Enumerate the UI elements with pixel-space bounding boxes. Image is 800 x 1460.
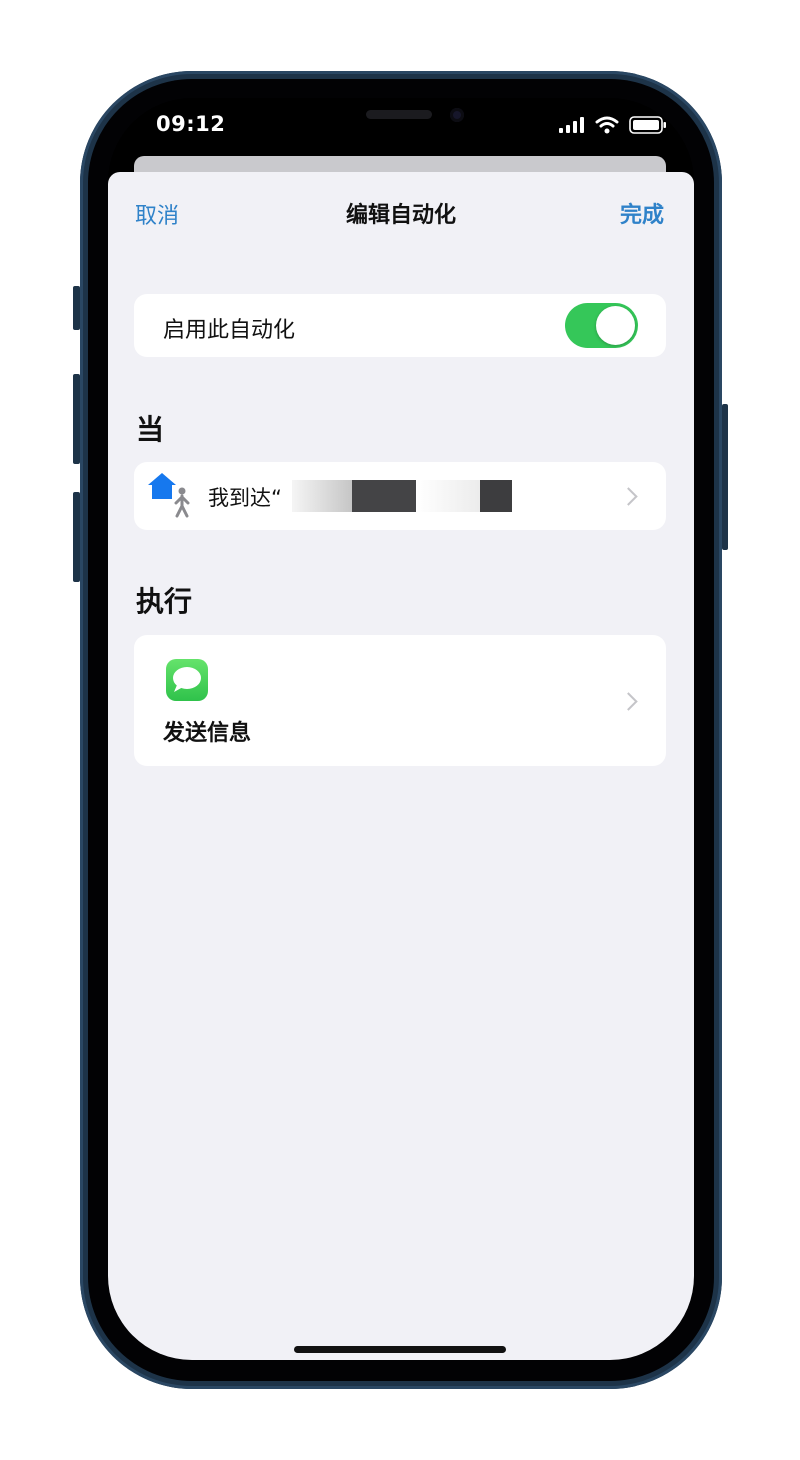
chevron-right-icon [619,487,638,506]
enable-automation-label: 启用此自动化 [163,318,296,343]
side-button [722,404,728,550]
mute-switch [73,286,80,330]
location-home-icon [148,473,190,518]
earpiece-speaker [366,110,432,119]
action-row[interactable]: 发送信息 [134,635,666,766]
do-section-title: 执行 [136,585,193,618]
nav-bar: 取消 编辑自动化 完成 [108,172,694,252]
done-button[interactable]: 完成 [620,197,664,229]
redacted-block [480,480,512,512]
trigger-row[interactable]: 我到达“ [134,462,666,530]
redacted-block [416,480,486,512]
send-message-label: 发送信息 [163,721,252,746]
status-icons [559,116,667,134]
page-title: 编辑自动化 [345,203,456,228]
home-indicator [294,1346,506,1353]
signal-icon [559,117,584,133]
enable-automation-toggle[interactable] [565,303,638,348]
redacted-block [292,480,352,512]
volume-down-button [73,492,80,582]
redacted-block [352,480,416,512]
toggle-knob [596,306,635,345]
volume-up-button [73,374,80,464]
front-camera [450,108,464,122]
status-time: 09:12 [156,112,226,136]
edit-automation-sheet: 取消 编辑自动化 完成 启用此自动化 当 我到达“ 执行 发送信息 [108,172,694,1360]
battery-icon [629,116,666,134]
enable-automation-row: 启用此自动化 [134,294,666,357]
phone-screen: 09:12 取消 编辑自动化 完成 启用此自动化 当 我到达“ 执行 发送信息 [108,98,694,1360]
chevron-right-icon [619,692,638,711]
wifi-icon [595,116,619,134]
when-section-title: 当 [136,413,165,446]
trigger-label: 我到达“ [208,486,282,510]
messages-icon [166,659,208,701]
